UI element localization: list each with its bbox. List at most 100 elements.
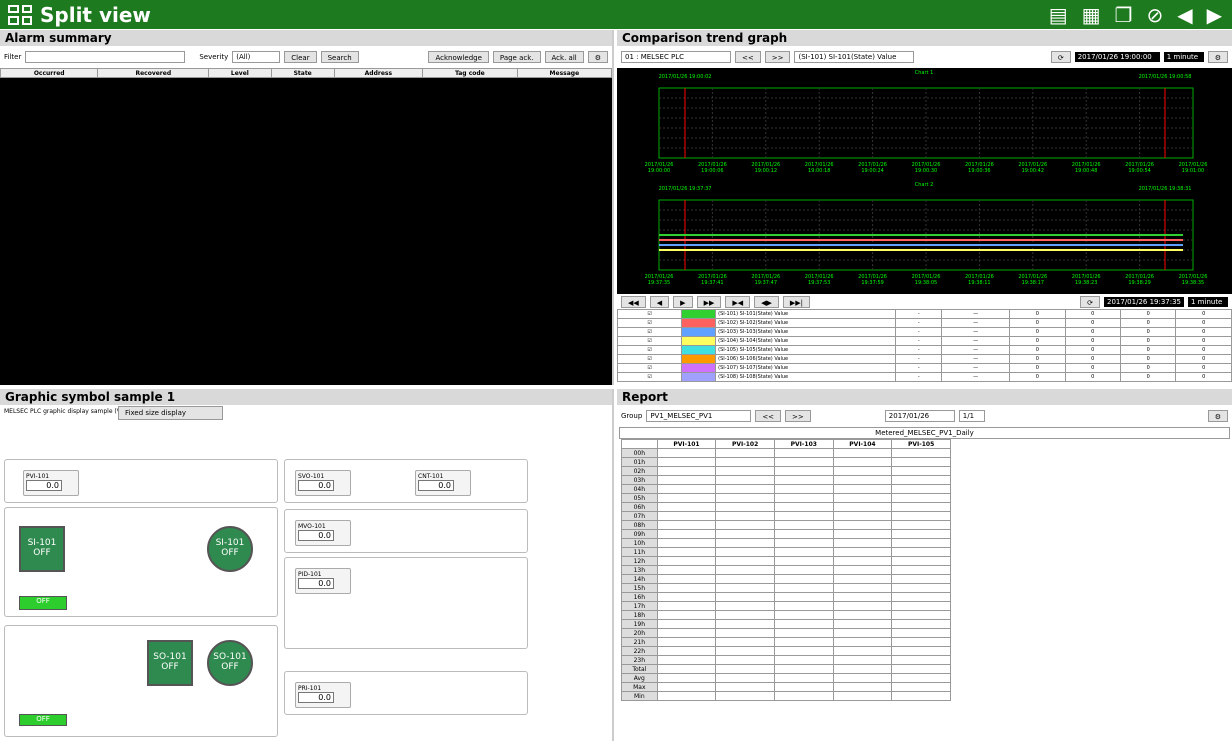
trend-row[interactable]: ☑ (SI-107) SI-107(State) Value - —0 0 0 0 <box>617 363 1232 373</box>
pvi-group: PVI-101 0.0 <box>4 459 278 503</box>
next-button[interactable]: >> <box>764 51 791 63</box>
trend-row[interactable]: ☑ (SI-101) SI-101(State) Value - —0 0 0 0 <box>617 309 1232 319</box>
refresh-icon[interactable]: ⟳ <box>1080 295 1100 308</box>
report-row: 13h <box>621 565 951 575</box>
si-status[interactable]: OFF <box>19 596 67 610</box>
alarm-col-1[interactable]: Recovered <box>97 68 210 78</box>
report-row: Max <box>621 682 951 692</box>
back-icon[interactable]: ◀ <box>1177 3 1192 27</box>
pr-symbol[interactable]: PRI-101 0.0 <box>295 682 351 708</box>
pvi-symbol[interactable]: PVI-101 0.0 <box>23 470 79 496</box>
settings-icon[interactable]: ⚙ <box>1207 410 1228 422</box>
ack-button[interactable]: Acknowledge <box>428 51 489 63</box>
span-display-2: 1 minute <box>1188 296 1228 307</box>
alarm-col-3[interactable]: State <box>270 68 335 78</box>
report-row: 12h <box>621 556 951 566</box>
report-row: 22h <box>621 646 951 656</box>
settings-icon[interactable]: ⚙ <box>587 51 608 63</box>
pause-icon[interactable]: ◀▶ <box>754 295 779 308</box>
tick-0-1: 19:00:06 <box>701 168 723 174</box>
search-button[interactable]: Search <box>320 51 359 63</box>
level-select[interactable]: (All) <box>232 51 281 63</box>
so-status[interactable]: OFF <box>19 714 67 726</box>
report-row: Total <box>621 664 951 674</box>
so-round[interactable]: SO-101 OFF <box>207 640 253 686</box>
filter-input[interactable] <box>25 51 186 63</box>
report-row: 01h <box>621 457 951 467</box>
graphic-title: Graphic symbol sample 1 <box>0 389 612 405</box>
alarm-col-4[interactable]: Address <box>333 68 423 78</box>
mvo-group: MVO-101 0.0 <box>284 509 528 553</box>
pr-group: PRI-101 0.0 <box>284 671 528 715</box>
report-row: 03h <box>621 475 951 485</box>
page-ack-button[interactable]: Page ack. <box>492 51 541 63</box>
cnt-symbol[interactable]: CNT-101 0.0 <box>415 470 471 496</box>
tick-0-7: 19:00:42 <box>1022 168 1044 174</box>
tick-0-3: 19:00:18 <box>808 168 830 174</box>
step-icon[interactable]: ▶◀ <box>725 295 751 308</box>
report-row: 00h <box>621 448 951 458</box>
report-row: 09h <box>621 529 951 539</box>
trend-row[interactable]: ☑ (SI-102) SI-102(State) Value - —0 0 0 0 <box>617 318 1232 328</box>
cursor-label-0-0: 2017/01/26 19:00:02 <box>659 74 712 80</box>
report-row: 14h <box>621 574 951 584</box>
trend-chart[interactable]: Chart 1 2017/01/26 19:00:02 2017/01/26 19:… <box>617 68 1232 294</box>
group-select[interactable]: PV1_MELSEC_PV1 <box>646 410 752 422</box>
date-input[interactable]: 2017/01/26 <box>884 410 955 422</box>
forward-icon[interactable]: ▶ <box>1207 3 1222 27</box>
play-icon[interactable]: ▶ <box>673 295 693 308</box>
print-icon[interactable]: ▤ <box>1049 3 1068 27</box>
stop-icon[interactable]: ⊘ <box>1146 3 1163 27</box>
alarm-col-0[interactable]: Occurred <box>0 68 99 78</box>
last-icon[interactable]: ▶▶| <box>782 295 811 308</box>
prev-button[interactable]: << <box>735 51 761 63</box>
alarm-col-6[interactable]: Message <box>516 68 612 78</box>
tick-0-2: 19:00:12 <box>755 168 777 174</box>
trend-title: Comparison trend graph <box>617 30 1232 46</box>
pid-symbol[interactable]: PID-101 0.0 <box>295 568 351 594</box>
next-button[interactable]: >> <box>785 410 811 422</box>
device-select[interactable]: 01 : MELSEC PLC <box>621 51 731 63</box>
si-large[interactable]: SI-101 OFF <box>19 526 65 572</box>
size-button[interactable]: Fixed size display <box>118 406 223 420</box>
trend-row[interactable]: ☑ (SI-103) SI-103(State) Value - —0 0 0 0 <box>617 327 1232 337</box>
report-row: Avg <box>621 673 951 683</box>
step-back-icon[interactable]: ◀ <box>649 295 670 308</box>
trend-row[interactable]: ☑ (SI-108) SI-108(State) Value - —0 0 0 0 <box>617 372 1232 382</box>
settings-icon[interactable]: ⚙ <box>1207 51 1228 63</box>
si-round[interactable]: SI-101 OFF <box>207 526 253 572</box>
filter-label: Filter <box>4 53 22 61</box>
pid-group: PID-101 0.0 <box>284 557 528 649</box>
level-label: Severity <box>199 53 229 61</box>
alarm-list[interactable] <box>0 78 612 385</box>
group-label: Group <box>621 412 643 420</box>
mvo-symbol[interactable]: MVO-101 0.0 <box>295 520 351 546</box>
refresh-icon[interactable]: ⟳ <box>1050 51 1071 63</box>
tick-1-9: 19:38:29 <box>1128 280 1150 286</box>
trend-row[interactable]: ☑ (SI-105) SI-105(State) Value - —0 0 0 0 <box>617 345 1232 355</box>
tick-0-6: 19:00:36 <box>968 168 990 174</box>
fast-forward-icon[interactable]: ▶▶ <box>696 295 722 308</box>
alarm-col-5[interactable]: Tag code <box>421 68 518 78</box>
grid-icon[interactable]: ▦ <box>1082 3 1101 27</box>
clear-button[interactable]: Clear <box>284 51 317 63</box>
svo-symbol[interactable]: SVO-101 0.0 <box>295 470 351 496</box>
trend-row[interactable]: ☑ (SI-104) SI-104(State) Value - —0 0 0 0 <box>617 336 1232 346</box>
tick-1-8: 19:38:23 <box>1075 280 1097 286</box>
report-pane: Report Group PV1_MELSEC_PV1 << >> 2017/0… <box>617 389 1232 741</box>
so-group: SO-101 OFF SO-101 OFF OFF <box>4 625 278 737</box>
report-row: 18h <box>621 610 951 620</box>
ack-all-button[interactable]: Ack. all <box>544 51 584 63</box>
first-icon[interactable]: ◀◀ <box>621 295 646 308</box>
tick-1-3: 19:37:53 <box>808 280 830 286</box>
prev-button[interactable]: << <box>755 410 782 422</box>
window-icon[interactable]: ❐ <box>1115 3 1133 27</box>
alarm-col-2[interactable]: Level <box>208 68 272 78</box>
trend-row[interactable]: ☑ (SI-106) SI-106(State) Value - —0 0 0 0 <box>617 354 1232 364</box>
cursor-label-0-1: 2017/01/26 19:00:58 <box>1139 74 1192 80</box>
graphic-subtitle: MELSEC PLC graphic display sample (Ver 1… <box>4 408 135 415</box>
so-large[interactable]: SO-101 OFF <box>147 640 193 686</box>
time-display-2: 2017/01/26 19:37:35 <box>1104 296 1184 307</box>
tick-0-8: 19:00:48 <box>1075 168 1097 174</box>
tag-select[interactable]: (SI-101) SI-101(State) Value <box>794 51 915 63</box>
